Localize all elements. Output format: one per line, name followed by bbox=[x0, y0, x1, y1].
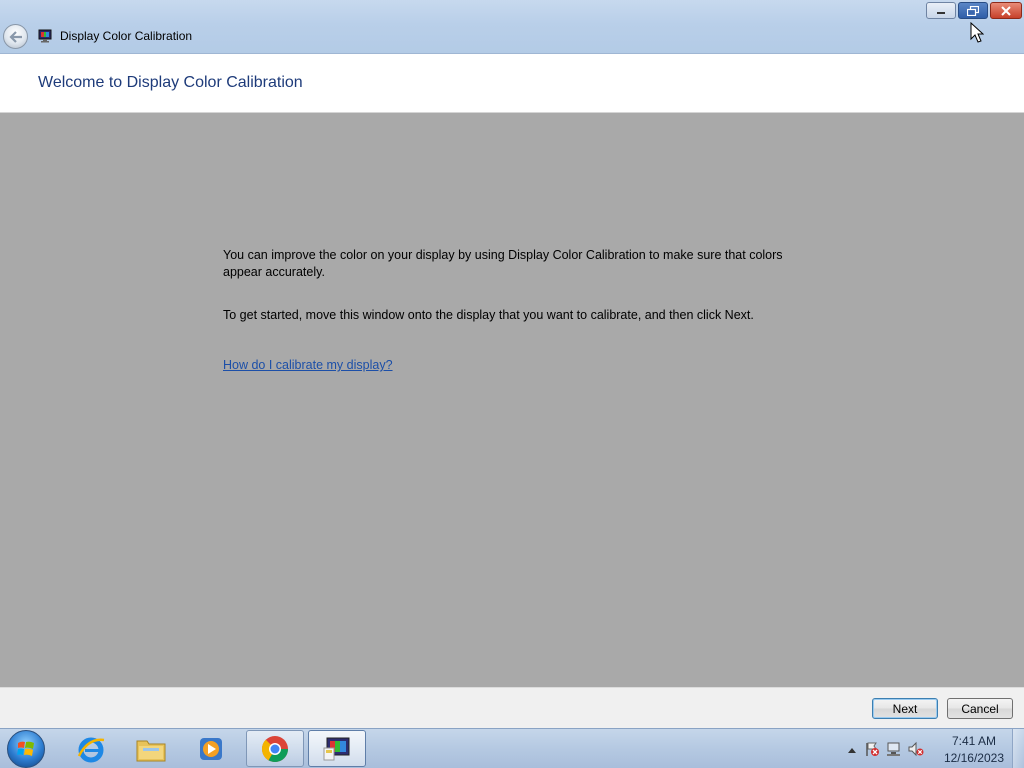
folder-icon bbox=[136, 740, 166, 761]
title-bar: Display Color Calibration bbox=[0, 0, 1024, 54]
windows-logo-icon bbox=[17, 741, 34, 756]
network-icon bbox=[887, 742, 900, 756]
volume-muted-icon bbox=[908, 741, 924, 757]
display-color-calibration-icon bbox=[323, 737, 350, 760]
action-center-flag-icon bbox=[866, 742, 879, 756]
back-arrow-icon bbox=[8, 30, 22, 43]
restore-icon bbox=[967, 5, 979, 16]
page-title: Welcome to Display Color Calibration bbox=[38, 74, 303, 91]
content-area: You can improve the color on your displa… bbox=[0, 113, 1024, 687]
help-link[interactable]: How do I calibrate my display? bbox=[223, 358, 393, 372]
minimize-button[interactable] bbox=[926, 2, 956, 19]
start-button[interactable] bbox=[7, 730, 45, 768]
network-tray-icon[interactable] bbox=[886, 741, 902, 757]
instruction-paragraph: To get started, move this window onto th… bbox=[223, 308, 754, 322]
minimize-icon bbox=[937, 11, 945, 14]
internet-explorer-icon bbox=[77, 737, 105, 762]
mouse-cursor-icon bbox=[970, 22, 984, 43]
close-icon bbox=[1001, 5, 1011, 16]
next-button[interactable]: Next bbox=[872, 698, 938, 719]
button-bar: Next Cancel bbox=[0, 687, 1024, 728]
display-color-calibration-app-icon bbox=[38, 29, 52, 43]
back-button[interactable] bbox=[3, 24, 28, 49]
action-center-tray-icon[interactable] bbox=[864, 741, 880, 757]
show-desktop-button[interactable] bbox=[1012, 729, 1024, 768]
system-tray: 7:41 AM 12/16/2023 bbox=[834, 729, 1024, 768]
taskbar-media-player[interactable] bbox=[182, 730, 240, 767]
caption-buttons bbox=[926, 2, 1022, 20]
restore-button[interactable] bbox=[958, 2, 988, 19]
header-band: Welcome to Display Color Calibration bbox=[0, 54, 1024, 113]
chevron-up-icon bbox=[848, 748, 856, 753]
close-button[interactable] bbox=[990, 2, 1022, 19]
clock-date: 12/16/2023 bbox=[943, 751, 1004, 765]
cancel-button[interactable]: Cancel bbox=[947, 698, 1013, 719]
window-title: Display Color Calibration bbox=[60, 29, 193, 43]
volume-tray-icon[interactable] bbox=[908, 741, 924, 757]
intro-paragraph: You can improve the color on your displa… bbox=[223, 248, 783, 279]
taskbar-chrome[interactable] bbox=[246, 730, 304, 767]
chrome-icon bbox=[261, 735, 289, 762]
taskbar-display-color-calibration[interactable] bbox=[308, 730, 366, 767]
taskbar-windows-explorer[interactable] bbox=[122, 730, 180, 767]
show-hidden-icons-button[interactable] bbox=[844, 742, 860, 758]
taskbar: 7:41 AM 12/16/2023 bbox=[0, 728, 1024, 768]
taskbar-internet-explorer[interactable] bbox=[62, 730, 120, 767]
windows-media-player-icon bbox=[200, 737, 222, 760]
clock-time: 7:41 AM bbox=[951, 734, 996, 748]
system-clock[interactable]: 7:41 AM 12/16/2023 bbox=[944, 733, 1004, 767]
